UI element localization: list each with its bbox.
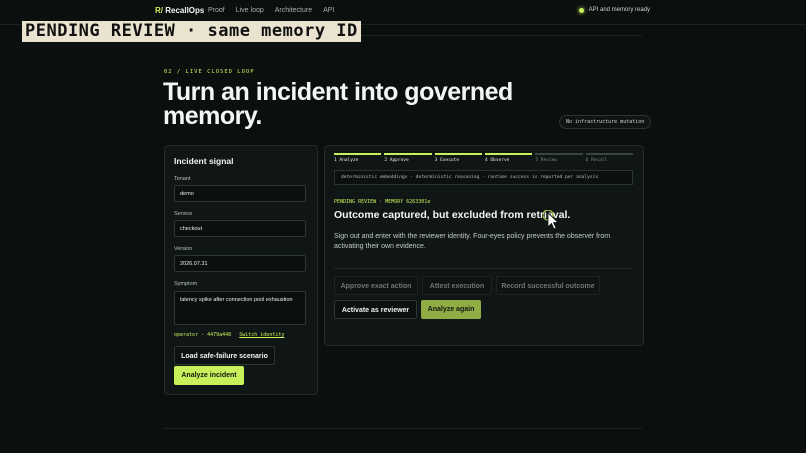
outcome-description: Sign out and enter with the reviewer ide… xyxy=(334,233,611,250)
divider xyxy=(164,428,642,429)
status-indicator: API and memory ready xyxy=(578,7,650,13)
service-input[interactable]: checkout xyxy=(174,220,306,237)
overlay-banner: PENDING REVIEW · same memory ID xyxy=(22,21,361,42)
incident-panel: Incident signal Tenant demo Service chec… xyxy=(164,145,318,395)
attest-execution-button[interactable]: Attest execution xyxy=(422,276,492,295)
approve-exact-action-button[interactable]: Approve exact action xyxy=(334,276,418,295)
incident-panel-title: Incident signal xyxy=(174,156,234,166)
switch-identity-link[interactable]: Switch identity xyxy=(239,332,284,338)
nav-links: Proof Live loop Architecture API xyxy=(208,7,334,14)
nav-link-proof[interactable]: Proof xyxy=(208,7,225,14)
step-approve: 2 Approve xyxy=(384,153,432,165)
activate-as-reviewer-button[interactable]: Activate as reviewer xyxy=(334,300,417,319)
symptom-textarea[interactable]: latency spike after connection pool exha… xyxy=(174,291,306,325)
workflow-panel: 1 Analyze 2 Approve 3 Execute 4 Observe … xyxy=(324,145,644,346)
brand-mark: R/ xyxy=(155,6,163,15)
divider xyxy=(334,268,633,269)
operator-line: operator · 4479a448 Switch identity xyxy=(174,332,284,338)
step-observe: 4 Observe xyxy=(484,153,533,165)
analyze-incident-button[interactable]: Analyze incident xyxy=(174,366,244,385)
tenant-input[interactable]: demo xyxy=(174,185,306,202)
step-review: 5 Review xyxy=(535,153,583,165)
record-successful-outcome-button[interactable]: Record successful outcome xyxy=(496,276,600,295)
brand-name: RecallOps xyxy=(165,6,205,15)
runtime-info-bar: deterministic embeddings · deterministic… xyxy=(334,170,633,185)
page-title: Turn an incident into governed memory. xyxy=(163,78,513,130)
load-scenario-button[interactable]: Load safe-failure scenario xyxy=(174,346,275,365)
analyze-again-button[interactable]: Analyze again xyxy=(421,300,481,319)
tenant-label: Tenant xyxy=(174,176,191,182)
pending-review-label: PENDING REVIEW · MEMORY 6263301e xyxy=(334,199,431,205)
operator-id: operator · 4479a448 xyxy=(174,332,232,338)
section-eyebrow: 02 / LIVE CLOSED LOOP xyxy=(164,69,255,75)
version-label: Version xyxy=(174,246,193,252)
outcome-title: Outcome captured, but excluded from retr… xyxy=(334,209,571,221)
mouse-cursor-icon xyxy=(543,210,560,230)
nav-link-api[interactable]: API xyxy=(323,7,334,14)
nav-link-live-loop[interactable]: Live loop xyxy=(236,7,264,14)
step-execute: 3 Execute xyxy=(434,153,482,165)
workflow-steps: 1 Analyze 2 Approve 3 Execute 4 Observe … xyxy=(334,153,633,165)
version-input[interactable]: 2026.07.31 xyxy=(174,255,306,272)
symptom-label: Symptom xyxy=(174,281,198,287)
status-text: API and memory ready xyxy=(588,7,650,13)
status-dot-icon xyxy=(578,7,584,13)
info-pill: No infrastructure mutation xyxy=(559,115,652,129)
service-label: Service xyxy=(174,211,193,217)
step-analyze: 1 Analyze xyxy=(334,153,382,165)
brand-logo[interactable]: R/ RecallOps xyxy=(155,6,204,15)
step-recall: 6 Recall xyxy=(585,153,633,165)
nav-link-architecture[interactable]: Architecture xyxy=(275,7,312,14)
